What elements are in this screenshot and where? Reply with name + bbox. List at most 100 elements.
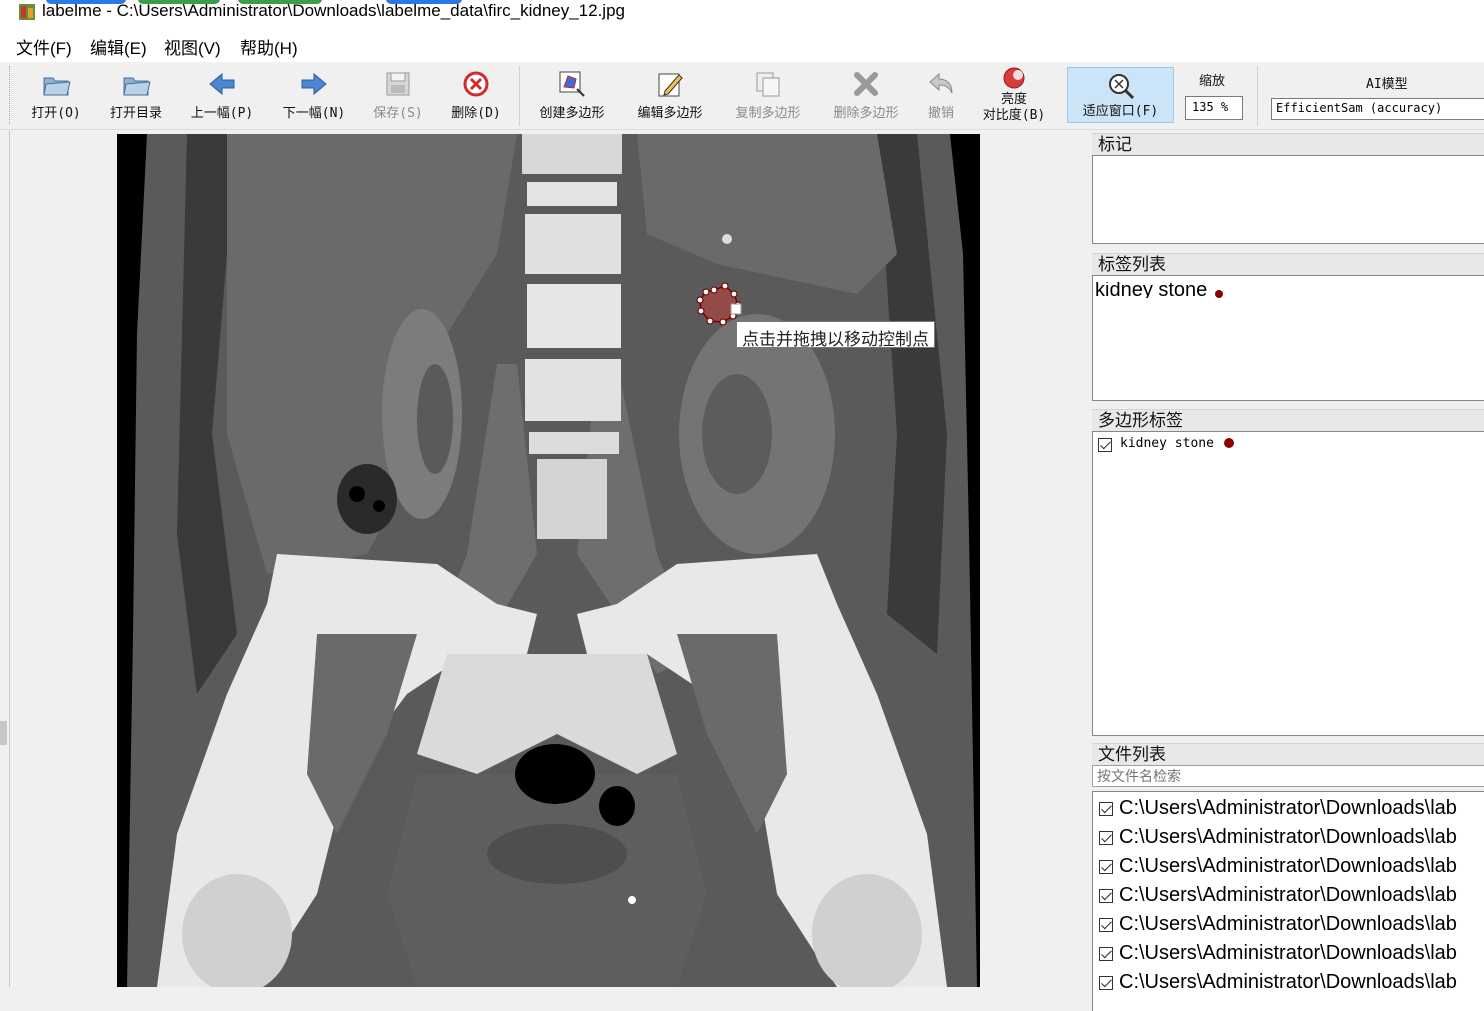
menu-file[interactable]: 文件(F) <box>16 34 72 59</box>
undo-button[interactable]: 撤销 <box>920 64 962 128</box>
file-list-item[interactable]: C:\Users\Administrator\Downloads\lab <box>1093 823 1484 852</box>
menu-edit[interactable]: 编辑(E) <box>90 34 147 59</box>
open-dir-button-label: 打开目录 <box>109 106 162 121</box>
copy-polygon-button[interactable]: 复制多边形 <box>726 64 810 128</box>
polygon-label-text: kidney stone <box>1120 435 1214 451</box>
copy-icon <box>752 68 784 100</box>
flags-list[interactable] <box>1092 155 1484 244</box>
prev-image-button[interactable]: 上一幅(P) <box>186 64 258 128</box>
delete-circle-icon <box>460 68 492 100</box>
save-icon <box>382 68 414 100</box>
brightness-label: 亮度 <box>1000 92 1027 107</box>
ct-scan-image[interactable] <box>117 134 980 987</box>
open-dir-button[interactable]: 打开目录 <box>104 64 168 128</box>
file-path: C:\Users\Administrator\Downloads\lab <box>1119 797 1457 819</box>
brightness-icon <box>998 66 1030 92</box>
file-checkbox[interactable] <box>1099 830 1113 845</box>
file-list-item[interactable]: C:\Users\Administrator\Downloads\lab <box>1093 939 1484 968</box>
delete-polygon-button-label: 删除多边形 <box>833 106 899 121</box>
file-path: C:\Users\Administrator\Downloads\lab <box>1119 855 1457 877</box>
open-button-label: 打开(O) <box>31 106 81 121</box>
delete-polygon-button[interactable]: 删除多边形 <box>826 64 906 128</box>
brightness-contrast-button[interactable]: 亮度 对比度(B) <box>976 64 1052 128</box>
file-path: C:\Users\Administrator\Downloads\lab <box>1119 826 1457 848</box>
zoom-label: 缩放 <box>1199 74 1226 89</box>
labelme-app-icon <box>19 4 35 20</box>
delete-file-button[interactable]: 删除(D) <box>448 64 504 128</box>
toolbar-grip[interactable] <box>9 66 11 124</box>
delete-x-icon <box>850 68 882 100</box>
label-list[interactable]: kidney stone <box>1092 275 1484 401</box>
edit-pencil-icon <box>654 68 686 100</box>
label-list-panel: 标签列表 kidney stone <box>1092 253 1484 403</box>
file-list-item[interactable]: C:\Users\Administrator\Downloads\lab <box>1093 881 1484 910</box>
arrow-right-icon <box>298 68 330 100</box>
prev-image-button-label: 上一幅(P) <box>190 106 254 121</box>
file-path: C:\Users\Administrator\Downloads\lab <box>1119 942 1457 964</box>
title-bar: labelme - C:\Users\Administrator\Downloa… <box>0 0 1484 26</box>
delete-file-button-label: 删除(D) <box>451 106 501 121</box>
next-image-button-label: 下一幅(N) <box>282 106 346 121</box>
file-path: C:\Users\Administrator\Downloads\lab <box>1119 971 1457 993</box>
file-list-item[interactable]: C:\Users\Administrator\Downloads\lab <box>1093 794 1484 823</box>
file-checkbox[interactable] <box>1099 975 1113 990</box>
create-polygon-button-label: 创建多边形 <box>539 106 605 121</box>
menu-bar: 文件(F) 编辑(E) 视图(V) 帮助(H) <box>0 26 1484 62</box>
file-list-item[interactable]: C:\Users\Administrator\Downloads\lab <box>1093 910 1484 939</box>
label-list-title: 标签列表 <box>1092 253 1484 275</box>
window-title: labelme - C:\Users\Administrator\Downloa… <box>42 1 625 20</box>
flags-panel: 标记 <box>1092 133 1484 246</box>
contrast-label: 对比度(B) <box>982 108 1046 123</box>
fit-window-label: 适应窗口(F) <box>1082 104 1159 119</box>
save-button-label: 保存(S) <box>373 106 423 121</box>
file-list-item[interactable]: C:\Users\Administrator\Downloads\lab <box>1093 968 1484 997</box>
file-list[interactable]: C:\Users\Administrator\Downloads\lab C:\… <box>1092 791 1484 1011</box>
file-checkbox[interactable] <box>1099 859 1113 874</box>
zoom-spinbox[interactable]: 135 % <box>1185 96 1243 120</box>
file-list-panel: 文件列表 C:\Users\Administrator\Downloads\la… <box>1092 743 1484 1011</box>
file-checkbox[interactable] <box>1099 917 1113 932</box>
file-search-input[interactable] <box>1092 765 1484 787</box>
ai-model-label: AI模型 <box>1366 77 1408 92</box>
fit-window-button[interactable]: 适应窗口(F) <box>1067 67 1174 123</box>
undo-icon <box>925 68 957 100</box>
polygon-visible-checkbox[interactable] <box>1098 438 1112 452</box>
toolbar-separator <box>519 66 520 126</box>
arrow-left-icon <box>206 68 238 100</box>
ai-model-select[interactable]: EfficientSam (accuracy) <box>1271 98 1484 120</box>
polygon-labels-title: 多边形标签 <box>1092 409 1484 431</box>
next-image-button[interactable]: 下一幅(N) <box>278 64 350 128</box>
create-polygon-button[interactable]: 创建多边形 <box>530 64 614 128</box>
open-folder-icon <box>40 68 72 100</box>
file-list-title: 文件列表 <box>1092 743 1484 765</box>
toolbar-separator <box>1257 66 1258 126</box>
polygon-color-dot <box>1223 438 1234 448</box>
vertex-handle <box>730 303 742 315</box>
file-checkbox[interactable] <box>1099 888 1113 903</box>
polygon-label-list[interactable]: kidney stone <box>1092 431 1484 736</box>
file-checkbox[interactable] <box>1099 801 1113 816</box>
canvas-tooltip: 点击并拖拽以移动控制点 <box>736 321 935 350</box>
edit-polygon-button[interactable]: 编辑多边形 <box>630 64 710 128</box>
file-list-item[interactable]: C:\Users\Administrator\Downloads\lab <box>1093 852 1484 881</box>
copy-polygon-button-label: 复制多边形 <box>735 106 801 121</box>
splitter-handle[interactable] <box>0 721 7 745</box>
zoom-fit-icon <box>1068 72 1173 100</box>
menu-view[interactable]: 视图(V) <box>164 34 221 59</box>
polygon-labels-panel: 多边形标签 kidney stone <box>1092 409 1484 738</box>
file-path: C:\Users\Administrator\Downloads\lab <box>1119 884 1457 906</box>
toolbar: 打开(O) 打开目录 上一幅(P) 下一幅(N) 保存(S) 删除(D) 创建多… <box>0 62 1484 130</box>
create-polygon-icon <box>556 68 588 100</box>
label-item-text: kidney stone <box>1095 282 1208 298</box>
edit-polygon-button-label: 编辑多边形 <box>637 106 703 121</box>
label-color-dot <box>1215 290 1224 298</box>
file-path: C:\Users\Administrator\Downloads\lab <box>1119 913 1457 935</box>
label-list-item[interactable]: kidney stone <box>1093 282 1484 298</box>
flags-panel-title: 标记 <box>1092 133 1484 155</box>
polygon-label-item[interactable]: kidney stone <box>1093 432 1484 452</box>
open-button[interactable]: 打开(O) <box>28 64 84 128</box>
save-button[interactable]: 保存(S) <box>370 64 426 128</box>
menu-help[interactable]: 帮助(H) <box>240 34 298 59</box>
file-checkbox[interactable] <box>1099 946 1113 961</box>
left-edge <box>0 131 9 987</box>
